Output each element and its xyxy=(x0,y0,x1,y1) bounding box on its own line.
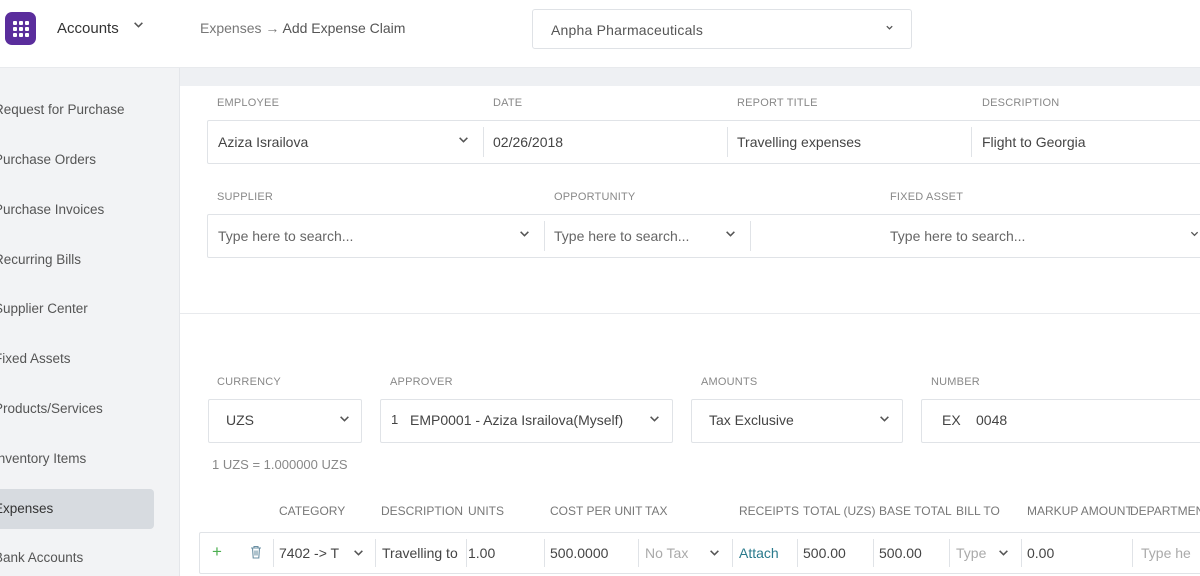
col-tax: TAX xyxy=(645,504,668,518)
add-line-icon[interactable]: + xyxy=(212,542,222,562)
supplier-search-input[interactable]: Type here to search... xyxy=(218,228,508,244)
sidebar-item-request-for-purchase[interactable]: Request for Purchase xyxy=(0,90,154,130)
tax-select[interactable]: No Tax xyxy=(645,533,705,573)
exchange-rate-note: 1 UZS = 1.000000 UZS xyxy=(212,457,348,472)
currency-label: CURRENCY xyxy=(217,376,281,388)
chevron-down-icon[interactable] xyxy=(519,228,530,242)
col-department: DEPARTMENT xyxy=(1130,504,1200,518)
sidebar: Accounts Request for Purchase Purchase O… xyxy=(0,0,180,576)
opportunity-search-input[interactable]: Type here to search... xyxy=(554,228,724,244)
breadcrumb-arrow: → xyxy=(265,20,280,36)
department-select[interactable]: Type he xyxy=(1141,533,1200,573)
col-total: TOTAL (UZS) xyxy=(803,504,876,518)
expense-form: EMPLOYEE DATE REPORT TITLE DESCRIPTION A… xyxy=(180,86,1200,576)
col-bill-to: BILL TO xyxy=(956,504,1000,518)
supplier-label: SUPPLIER xyxy=(217,191,274,203)
amounts-value: Tax Exclusive xyxy=(709,412,794,428)
chevron-down-icon[interactable] xyxy=(998,547,1009,561)
col-markup-amount: MARKUP AMOUNT xyxy=(1027,504,1133,518)
chevron-down-icon[interactable] xyxy=(725,228,736,242)
amounts-label: AMOUNTS xyxy=(701,376,758,388)
section-divider xyxy=(180,313,1200,314)
units-input[interactable]: 1.00 xyxy=(468,533,544,573)
chevron-down-icon[interactable] xyxy=(709,547,720,561)
date-label: DATE xyxy=(493,97,523,109)
apps-grid-icon[interactable] xyxy=(5,12,36,45)
chevron-down-icon xyxy=(885,23,894,35)
date-input[interactable]: 02/26/2018 xyxy=(493,134,723,150)
breadcrumb: Expenses → Add Expense Claim xyxy=(200,20,405,36)
topbar: Expenses → Add Expense Claim Anpha Pharm… xyxy=(180,0,1200,68)
sidebar-item-purchase-invoices[interactable]: Purchase Invoices xyxy=(0,190,154,230)
breadcrumb-parent[interactable]: Expenses xyxy=(200,20,261,36)
col-description: DESCRIPTION xyxy=(381,504,464,518)
chevron-down-icon xyxy=(339,413,350,427)
report-title-label: REPORT TITLE xyxy=(737,97,818,109)
module-title[interactable]: Accounts xyxy=(57,20,119,37)
cost-per-unit-input[interactable]: 500.0000 xyxy=(550,533,638,573)
sidebar-item-purchase-orders[interactable]: Purchase Orders xyxy=(0,140,154,180)
sidebar-item-bank-accounts[interactable]: Bank Accounts xyxy=(0,538,154,576)
currency-select[interactable]: UZS xyxy=(208,399,362,443)
number-label: NUMBER xyxy=(931,376,980,388)
col-receipts: RECEIPTS xyxy=(739,504,800,518)
approver-label: APPROVER xyxy=(390,376,453,388)
sidebar-item-recurring-bills[interactable]: Recurring Bills xyxy=(0,240,154,280)
report-title-input[interactable]: Travelling expenses xyxy=(737,134,967,150)
approver-select[interactable]: 1 EMP0001 - Aziza Israilova(Myself) xyxy=(380,399,673,443)
attach-receipt-link[interactable]: Attach xyxy=(739,533,797,573)
sidebar-item-products-services[interactable]: Products/Services xyxy=(0,389,154,429)
employee-select[interactable]: Aziza Israilova xyxy=(218,134,448,150)
col-base-total: BASE TOTAL xyxy=(879,504,952,518)
app: Accounts Request for Purchase Purchase O… xyxy=(0,0,1200,576)
number-field: EX 0048 xyxy=(921,399,1200,443)
employee-label: EMPLOYEE xyxy=(217,97,280,109)
fixed-asset-search-input[interactable]: Type here to search... xyxy=(890,228,1180,244)
chevron-down-icon xyxy=(649,413,660,427)
opportunity-label: OPPORTUNITY xyxy=(554,191,636,203)
total-value: 500.00 xyxy=(803,545,846,561)
line-description-input[interactable]: Travelling to xyxy=(382,533,466,573)
approver-value: EMP0001 - Aziza Israilova(Myself) xyxy=(410,412,624,428)
col-units: UNITS xyxy=(468,504,504,518)
description-label: DESCRIPTION xyxy=(982,97,1060,109)
number-prefix: EX xyxy=(942,412,961,428)
col-category: CATEGORY xyxy=(279,504,346,518)
description-input[interactable]: Flight to Georgia xyxy=(982,134,1200,150)
brand-header[interactable]: Accounts xyxy=(0,0,180,68)
company-select[interactable]: Anpha Pharmaceuticals xyxy=(532,9,912,49)
company-name: Anpha Pharmaceuticals xyxy=(551,22,704,38)
trash-icon[interactable] xyxy=(250,545,262,564)
number-input[interactable]: 0048 xyxy=(976,412,1007,428)
approver-index: 1 xyxy=(391,412,399,427)
table-row: + 7402 -> T Travelling to 1.00 500.0000 … xyxy=(199,532,1200,574)
breadcrumb-current: Add Expense Claim xyxy=(282,20,406,36)
base-total-value: 500.00 xyxy=(879,545,922,561)
bill-to-select[interactable]: Type xyxy=(956,533,990,573)
currency-value: UZS xyxy=(226,412,254,428)
chevron-down-icon[interactable] xyxy=(353,547,364,561)
markup-amount-input[interactable]: 0.00 xyxy=(1027,533,1127,573)
sidebar-item-fixed-assets[interactable]: Fixed Assets xyxy=(0,339,154,379)
chevron-down-icon[interactable] xyxy=(458,134,469,148)
chevron-down-icon[interactable] xyxy=(1190,228,1199,242)
amounts-select[interactable]: Tax Exclusive xyxy=(691,399,903,443)
fixed-asset-label: FIXED ASSET xyxy=(890,191,964,203)
chevron-down-icon[interactable] xyxy=(133,19,144,33)
col-cost-per-unit: COST PER UNIT xyxy=(550,504,643,518)
sidebar-item-expenses[interactable]: Expenses xyxy=(0,489,154,529)
category-select[interactable]: 7402 -> T xyxy=(279,533,339,573)
sidebar-item-supplier-center[interactable]: Supplier Center xyxy=(0,289,154,329)
sidebar-item-inventory-items[interactable]: Inventory Items xyxy=(0,439,154,479)
chevron-down-icon xyxy=(879,413,890,427)
